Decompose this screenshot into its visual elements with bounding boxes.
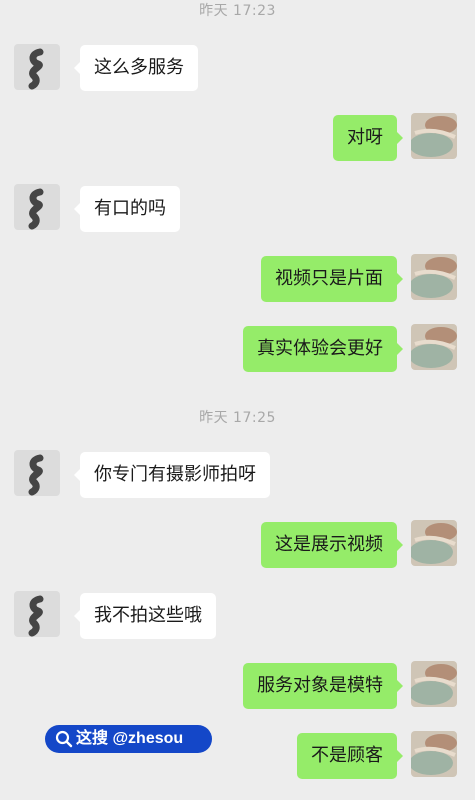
message-bubble-incoming[interactable]: 有口的吗	[74, 186, 180, 232]
contact-avatar[interactable]	[14, 591, 60, 637]
user-avatar[interactable]	[411, 113, 457, 159]
message-bubble-outgoing[interactable]: 视频只是片面	[261, 256, 403, 302]
user-avatar[interactable]	[411, 324, 457, 370]
user-avatar[interactable]	[411, 661, 457, 707]
message-bubble-incoming[interactable]: 这么多服务	[74, 45, 198, 91]
user-avatar[interactable]	[411, 254, 457, 300]
watermark-text: 这搜 @zhesou	[76, 730, 184, 747]
watermark-badge: 这搜 @zhesou	[45, 725, 212, 753]
message-bubble-outgoing[interactable]: 真实体验会更好	[243, 326, 403, 372]
message-bubble-outgoing[interactable]: 对呀	[333, 115, 403, 161]
user-avatar[interactable]	[411, 520, 457, 566]
contact-avatar[interactable]	[14, 44, 60, 90]
message-bubble-incoming[interactable]: 你专门有摄影师拍呀	[74, 452, 270, 498]
timestamp: 昨天 17:25	[199, 410, 276, 426]
message-bubble-incoming[interactable]: 我不拍这些哦	[74, 593, 216, 639]
timestamp: 昨天 17:23	[199, 3, 276, 19]
chat-window: 昨天 17:23 这么多服务 对呀 有口的吗 视频只是片面 真实体验会更好 昨天…	[0, 0, 475, 800]
message-bubble-outgoing[interactable]: 服务对象是模特	[243, 663, 403, 709]
contact-avatar[interactable]	[14, 450, 60, 496]
user-avatar[interactable]	[411, 731, 457, 777]
message-bubble-outgoing[interactable]: 这是展示视频	[261, 522, 403, 568]
contact-avatar[interactable]	[14, 184, 60, 230]
search-icon	[55, 730, 73, 748]
message-bubble-outgoing[interactable]: 不是顾客	[297, 733, 403, 779]
